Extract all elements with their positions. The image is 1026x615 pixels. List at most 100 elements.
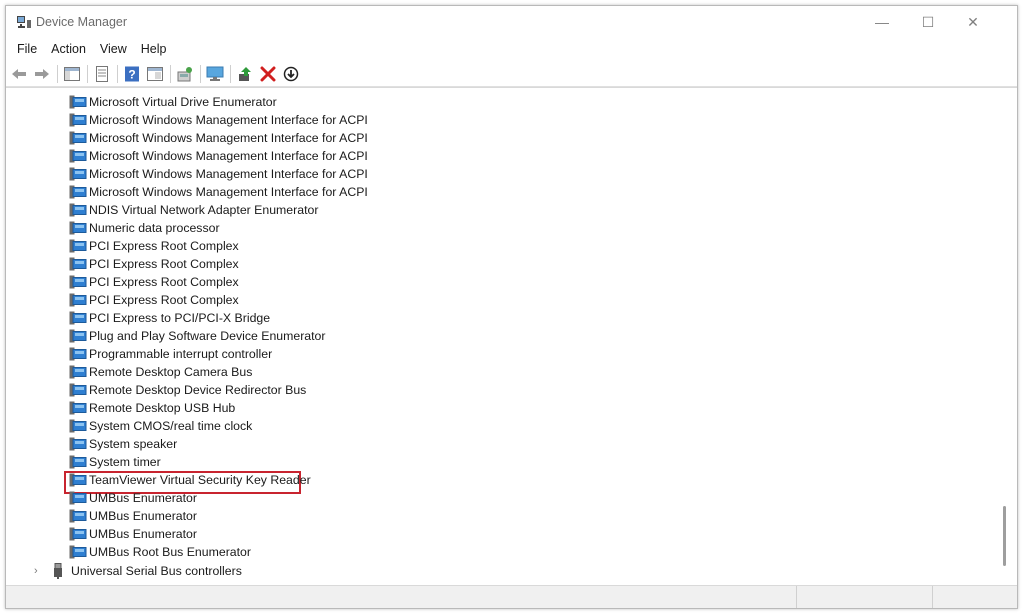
help-icon: ? [125, 66, 139, 82]
system-device-icon [69, 257, 87, 271]
device-item[interactable]: System CMOS/real time clock [69, 417, 589, 435]
system-device-icon [69, 275, 87, 289]
system-device-icon [69, 545, 87, 559]
device-label: PCI Express Root Complex [89, 275, 239, 289]
system-device-icon [69, 437, 87, 451]
device-label: Microsoft Windows Management Interface f… [89, 167, 368, 181]
device-item[interactable]: Remote Desktop Device Redirector Bus [69, 381, 589, 399]
minimize-button[interactable]: — [859, 6, 905, 38]
close-button[interactable]: ✕ [950, 6, 996, 38]
device-item[interactable]: NDIS Virtual Network Adapter Enumerator [69, 201, 589, 219]
system-device-icon [69, 311, 87, 325]
title-bar[interactable]: Device Manager — ☐ ✕ [6, 6, 1017, 38]
toolbar-separator [230, 65, 231, 83]
device-label: Numeric data processor [89, 221, 220, 235]
device-item[interactable]: System speaker [69, 435, 589, 453]
system-device-icon [69, 473, 87, 487]
device-item[interactable]: Microsoft Windows Management Interface f… [69, 165, 589, 183]
device-item[interactable]: Microsoft Windows Management Interface f… [69, 147, 589, 165]
system-device-icon [69, 203, 87, 217]
update-driver-icon [239, 67, 251, 81]
forward-button[interactable] [33, 65, 51, 83]
device-item[interactable]: TeamViewer Virtual Security Key Reader [69, 471, 589, 489]
category-usb-controllers[interactable]: › Universal Serial Bus controllers [6, 562, 606, 580]
device-item[interactable]: Microsoft Windows Management Interface f… [69, 111, 589, 129]
scrollbar-thumb[interactable] [1003, 506, 1006, 566]
device-label: Microsoft Windows Management Interface f… [89, 113, 368, 127]
device-item[interactable]: UMBus Root Bus Enumerator [69, 543, 589, 561]
back-button[interactable] [10, 65, 28, 83]
scan-hardware-button[interactable] [176, 65, 194, 83]
device-label: Microsoft Virtual Drive Enumerator [89, 95, 277, 109]
usb-plug-icon [54, 563, 62, 579]
device-label: System speaker [89, 437, 178, 451]
device-item[interactable]: Numeric data processor [69, 219, 589, 237]
device-view-button[interactable] [146, 65, 164, 83]
system-device-icon [69, 221, 87, 235]
device-item[interactable]: Remote Desktop USB Hub [69, 399, 589, 417]
device-tree[interactable]: › Universal Serial Bus controllers Micro… [6, 87, 1017, 586]
device-view-icon [147, 67, 163, 81]
device-item[interactable]: UMBus Enumerator [69, 507, 589, 525]
help-button[interactable]: ? [123, 65, 141, 83]
back-icon [12, 69, 26, 79]
properties-button[interactable] [93, 65, 111, 83]
console-tree-icon [64, 67, 80, 81]
device-item[interactable]: PCI Express to PCI/PCI-X Bridge [69, 309, 589, 327]
device-item[interactable]: PCI Express Root Complex [69, 273, 589, 291]
menu-action[interactable]: Action [44, 39, 93, 59]
device-item[interactable]: Remote Desktop Camera Bus [69, 363, 589, 381]
system-device-icon [69, 95, 87, 109]
system-device-icon [69, 419, 87, 433]
vertical-scrollbar[interactable] [1002, 88, 1007, 586]
system-device-icon [69, 131, 87, 145]
device-item[interactable]: Plug and Play Software Device Enumerator [69, 327, 589, 345]
update-driver-button[interactable] [236, 65, 254, 83]
monitor-icon [206, 66, 224, 81]
disable-device-icon [283, 66, 299, 82]
device-item[interactable]: Programmable interrupt controller [69, 345, 589, 363]
system-device-icon [69, 293, 87, 307]
device-label: NDIS Virtual Network Adapter Enumerator [89, 203, 319, 217]
toolbar-separator [117, 65, 118, 83]
expand-chevron-icon[interactable]: › [34, 562, 38, 580]
device-item[interactable]: System timer [69, 453, 589, 471]
device-item[interactable]: Microsoft Windows Management Interface f… [69, 183, 589, 201]
device-label: UMBus Enumerator [89, 491, 197, 505]
monitor-button[interactable] [206, 65, 224, 83]
status-bar [6, 585, 1017, 608]
uninstall-device-button[interactable] [259, 65, 277, 83]
menu-view[interactable]: View [93, 39, 134, 59]
toolbar: ? [6, 62, 1017, 87]
device-item[interactable]: Microsoft Virtual Drive Enumerator [69, 93, 589, 111]
system-device-icon [69, 347, 87, 361]
menu-bar: File Action View Help [6, 38, 1017, 60]
device-item[interactable]: Microsoft Windows Management Interface f… [69, 129, 589, 147]
system-device-icon [69, 455, 87, 469]
system-device-icon [69, 167, 87, 181]
system-device-icon [69, 401, 87, 415]
status-segment [932, 586, 933, 608]
device-item[interactable]: PCI Express Root Complex [69, 291, 589, 309]
system-device-icon [69, 527, 87, 541]
menu-help[interactable]: Help [134, 39, 174, 59]
system-device-icon [69, 113, 87, 127]
category-label: Universal Serial Bus controllers [71, 564, 242, 578]
system-device-icon [69, 185, 87, 199]
device-item[interactable]: UMBus Enumerator [69, 525, 589, 543]
device-label: Programmable interrupt controller [89, 347, 273, 361]
disable-device-button[interactable] [282, 65, 300, 83]
toolbar-separator [57, 65, 58, 83]
menu-file[interactable]: File [10, 39, 44, 59]
maximize-button[interactable]: ☐ [905, 6, 951, 38]
uninstall-icon [260, 66, 276, 82]
maximize-icon: ☐ [921, 13, 935, 30]
device-item[interactable]: UMBus Enumerator [69, 489, 589, 507]
device-label: Plug and Play Software Device Enumerator [89, 329, 326, 343]
device-item[interactable]: PCI Express Root Complex [69, 237, 589, 255]
close-icon: ✕ [967, 13, 979, 30]
device-label: PCI Express Root Complex [89, 239, 239, 253]
device-item[interactable]: PCI Express Root Complex [69, 255, 589, 273]
device-label: UMBus Enumerator [89, 527, 197, 541]
show-hide-console-tree-button[interactable] [63, 65, 81, 83]
